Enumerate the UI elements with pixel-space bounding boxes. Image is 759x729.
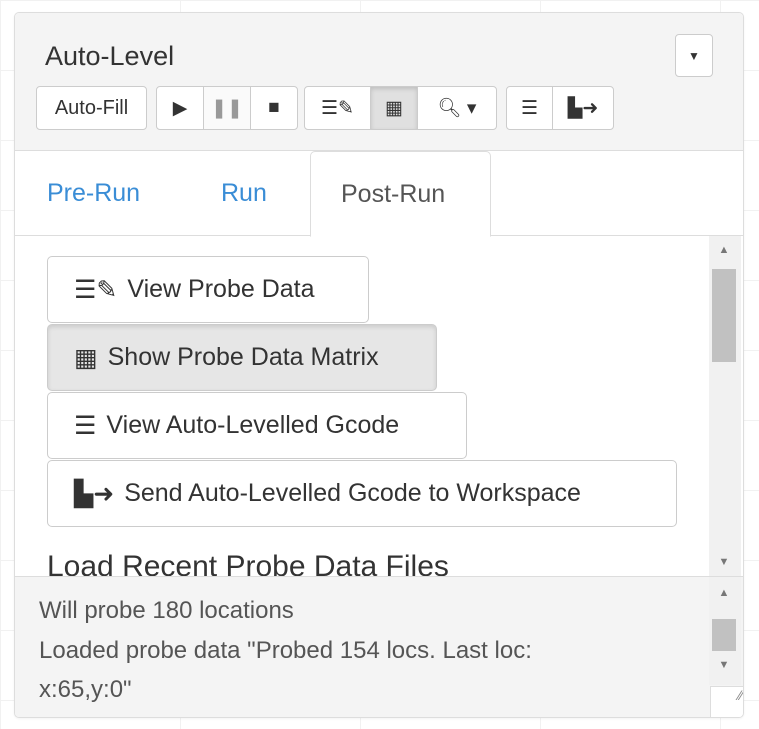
send-to-workspace-button[interactable]: ▙➜ — [552, 86, 614, 130]
scroll-thumb[interactable] — [712, 619, 736, 651]
pause-icon: ❚❚ — [211, 97, 243, 119]
tab-post-run[interactable]: Post-Run — [310, 151, 491, 237]
log-line: Loaded probe data "Probed 154 locs. Last… — [39, 637, 532, 664]
button-label: View Auto-Levelled Gcode — [106, 411, 400, 439]
log-line: x:65,y:0" — [39, 676, 132, 703]
run-controls-group: ▶ ❚❚ ■ — [156, 86, 298, 130]
caret-down-icon: ▼ — [688, 48, 700, 63]
status-log: Will probe 180 locations Loaded probe da… — [15, 576, 743, 717]
view-group: ☰✎ ▦ 🔍︎ ▾ — [304, 86, 497, 130]
button-label: Show Probe Data Matrix — [107, 343, 379, 371]
log-line: Will probe 180 locations — [39, 597, 294, 624]
file-export-icon: ▙➜ — [74, 479, 115, 508]
panel-title: Auto-Level — [45, 41, 175, 71]
stop-button[interactable]: ■ — [250, 86, 298, 130]
post-run-content: ☰✎ View Probe Data ▦ Show Probe Data Matri… — [15, 236, 710, 576]
tab-run[interactable]: Run — [191, 151, 297, 236]
play-button[interactable]: ▶ — [156, 86, 204, 130]
probe-matrix-button[interactable]: ▦ — [370, 86, 418, 130]
panel-header: Auto-Level ▼ Auto-Fill ▶ ❚❚ ■ ☰✎ ▦ 🔍︎ ▾ … — [15, 13, 743, 151]
list-pin-icon: ☰✎ — [321, 97, 354, 119]
scroll-down-icon[interactable]: ▼ — [709, 556, 739, 568]
scroll-up-icon[interactable]: ▲ — [709, 587, 739, 599]
autofill-group: Auto-Fill — [36, 86, 147, 130]
show-probe-matrix-action[interactable]: ▦ Show Probe Data Matrix — [47, 324, 437, 391]
scroll-up-icon[interactable]: ▲ — [709, 244, 739, 256]
panel-menu-button[interactable]: ▼ — [675, 34, 713, 77]
grid-icon: ▦ — [74, 343, 98, 372]
content-scrollbar[interactable]: ▲ ▼ — [709, 236, 741, 576]
view-levelled-gcode-action[interactable]: ☰ View Auto-Levelled Gcode — [47, 392, 467, 459]
view-probe-data-action[interactable]: ☰✎ View Probe Data — [47, 256, 369, 323]
button-label: Send Auto-Levelled Gcode to Workspace — [124, 479, 581, 507]
scroll-down-icon[interactable]: ▼ — [709, 659, 739, 671]
recent-files-heading: Load Recent Probe Data Files — [47, 550, 449, 576]
play-icon: ▶ — [172, 97, 188, 119]
list-pin-icon: ☰✎ — [74, 275, 118, 304]
file-export-icon: ▙➜ — [567, 97, 599, 119]
grid-icon: ▦ — [385, 97, 403, 119]
zoom-icon: 🔍︎ ▾ — [437, 98, 477, 119]
view-probe-data-button[interactable]: ☰✎ — [304, 86, 371, 130]
auto-level-panel: Auto-Level ▼ Auto-Fill ▶ ❚❚ ■ ☰✎ ▦ 🔍︎ ▾ … — [14, 12, 744, 718]
auto-fill-button[interactable]: Auto-Fill — [36, 86, 147, 130]
stop-icon: ■ — [268, 97, 280, 118]
tab-pre-run[interactable]: Pre-Run — [17, 151, 170, 236]
pause-button[interactable]: ❚❚ — [203, 86, 251, 130]
view-gcode-button[interactable]: ☰ — [506, 86, 553, 130]
log-scrollbar[interactable]: ▲ ▼ — [709, 577, 741, 685]
tab-bar: Pre-Run Run Post-Run — [15, 151, 743, 237]
gcode-group: ☰ ▙➜ — [506, 86, 614, 130]
send-gcode-to-workspace-action[interactable]: ▙➜ Send Auto-Levelled Gcode to Workspace — [47, 460, 677, 527]
zoom-dropdown-button[interactable]: 🔍︎ ▾ — [417, 86, 497, 130]
button-label: View Probe Data — [127, 275, 315, 303]
resize-grip-icon[interactable]: ⁄⁄ — [710, 686, 743, 717]
server-icon: ☰ — [520, 97, 539, 119]
scroll-thumb[interactable] — [712, 269, 736, 362]
server-icon: ☰ — [74, 411, 97, 440]
